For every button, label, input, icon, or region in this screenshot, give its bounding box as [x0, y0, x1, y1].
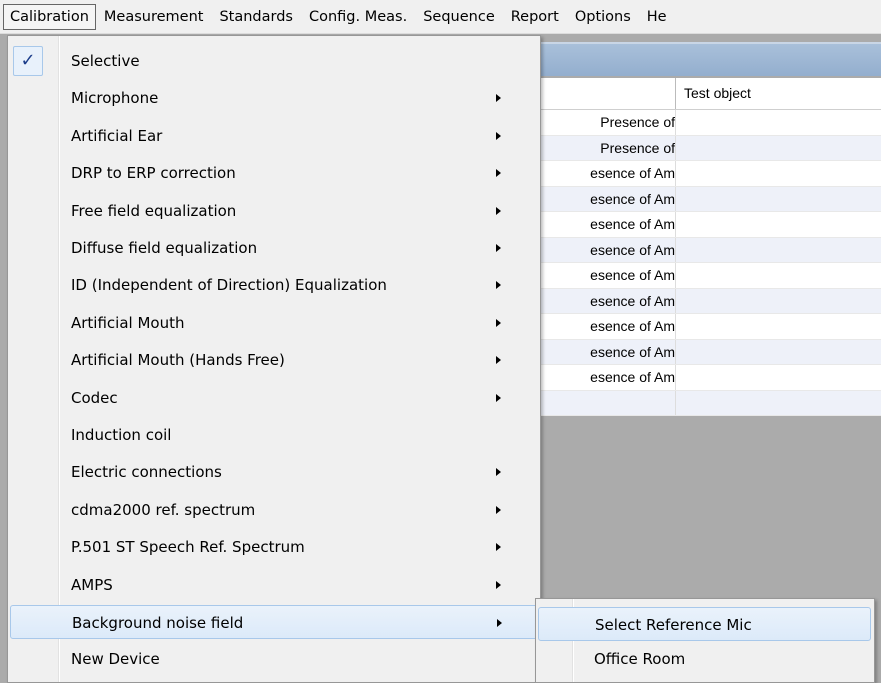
calibration-menu: ✓ Selective Microphone Artificial Ear DRP to… [7, 35, 541, 683]
submenu-arrow-icon [496, 543, 501, 552]
submenu-arrow-icon [496, 131, 501, 140]
menu-item-label: cdma2000 ref. spectrum [71, 500, 256, 519]
submenu-item-office-room[interactable]: Office Room [538, 642, 871, 676]
grid-header: Test object [540, 78, 881, 110]
table-cell-test-object[interactable] [675, 110, 881, 135]
menu-item-label: DRP to ERP correction [71, 164, 236, 183]
menu-item-label: Codec [71, 388, 118, 407]
submenu-item-label: Office Room [594, 650, 686, 668]
column-header-test-object[interactable]: Test object [675, 78, 751, 109]
menu-item-p-501-st-speech-ref-spectrum[interactable]: P.501 ST Speech Ref. Spectrum [10, 530, 538, 564]
submenu-arrow-icon [496, 468, 501, 477]
table-cell-test-object[interactable] [675, 365, 881, 390]
menu-item-free-field-equalization[interactable]: Free field equalization [10, 194, 538, 228]
table-row[interactable]: esence of Am [540, 263, 881, 289]
submenu-arrow-icon [496, 580, 501, 589]
submenu-arrow-icon [496, 206, 501, 215]
table-row[interactable]: Presence of [540, 110, 881, 136]
menu-item-label: Induction coil [71, 426, 172, 444]
menu-standards[interactable]: Standards [211, 4, 301, 30]
menu-measurement[interactable]: Measurement [96, 4, 212, 30]
menu-item-electric-connections[interactable]: Electric connections [10, 455, 538, 489]
menu-item-label: Background noise field [72, 614, 244, 632]
table-row[interactable]: esence of Am [540, 314, 881, 340]
menu-item-label: New Device [71, 650, 160, 669]
menu-item-label: P.501 ST Speech Ref. Spectrum [71, 538, 305, 557]
table-cell-test-object[interactable] [675, 237, 881, 262]
submenu-arrow-icon [496, 281, 501, 290]
menu-item-label: AMPS [71, 575, 113, 594]
table-cell-test-object[interactable] [675, 161, 881, 186]
submenu-arrow-icon [496, 393, 501, 402]
table-row[interactable]: esence of Am [540, 212, 881, 238]
menu-item-artificial-mouth[interactable]: Artificial Mouth [10, 306, 538, 340]
table-cell-test-object[interactable] [675, 186, 881, 211]
table-row[interactable]: esence of Am [540, 186, 881, 212]
menu-bar: Calibration Measurement Standards Config… [0, 0, 881, 34]
menu-item-drp-to-erp-correction[interactable]: DRP to ERP correction [10, 156, 538, 190]
table-row[interactable] [540, 390, 881, 416]
menu-item-induction-coil[interactable]: Induction coil [10, 418, 538, 452]
submenu-arrow-icon [496, 244, 501, 252]
table-cell-test-object[interactable] [675, 135, 881, 160]
menu-item-label: ID (Independent of Direction) Equalizati… [71, 276, 387, 295]
menu-item-artificial-ear[interactable]: Artificial Ear [10, 119, 538, 153]
checkmark-icon: ✓ [13, 46, 43, 76]
table-cell-test-object[interactable] [675, 314, 881, 339]
menu-options[interactable]: Options [567, 4, 639, 30]
menu-item-label: Artificial Mouth (Hands Free) [71, 351, 285, 370]
table-cell-test-object[interactable] [675, 288, 881, 313]
menu-item-microphone[interactable]: Microphone [10, 81, 538, 115]
submenu-arrow-icon [496, 318, 501, 327]
table-row[interactable]: esence of Am [540, 237, 881, 263]
menu-item-background-noise-field[interactable]: Background noise field [10, 605, 538, 639]
menu-item-diffuse-field-equalization[interactable]: Diffuse field equalization [10, 231, 538, 265]
submenu-arrow-icon [497, 619, 502, 627]
table-row[interactable]: esence of Am [540, 365, 881, 391]
menu-report[interactable]: Report [503, 4, 567, 30]
menu-item-label: Artificial Mouth [71, 313, 185, 332]
menu-item-label: Free field equalization [71, 201, 237, 220]
submenu-arrow-icon [496, 94, 501, 103]
submenu-arrow-icon [496, 505, 501, 514]
table-cell-test-object[interactable] [675, 263, 881, 288]
menu-item-new-device[interactable]: New Device [10, 642, 538, 676]
menu-item-label: Artificial Ear [71, 126, 163, 145]
table-cell-test-object[interactable] [675, 390, 881, 415]
window-titlebar [540, 42, 881, 76]
submenu-arrow-icon [496, 169, 501, 178]
submenu-item-select-reference-mic[interactable]: Select Reference Mic [538, 607, 871, 641]
menu-calibration[interactable]: Calibration [3, 3, 96, 30]
menu-item-label: Selective [71, 52, 140, 70]
menu-item-codec[interactable]: Codec [10, 381, 538, 415]
menu-item-label: Microphone [71, 89, 159, 108]
table-row[interactable]: esence of Am [540, 161, 881, 187]
menu-item-selective[interactable]: ✓ Selective [10, 44, 538, 78]
menu-item-label: Electric connections [71, 463, 222, 482]
table-cell-test-object[interactable] [675, 339, 881, 364]
table-row[interactable]: esence of Am [540, 339, 881, 365]
table-row[interactable]: Presence of [540, 135, 881, 161]
background-noise-submenu: Select Reference Mic Office Room [535, 598, 875, 683]
background-window: Test object Presence of Presence of esence… [540, 34, 881, 454]
menu-item-id-independent-of-direction-equalization[interactable]: ID (Independent of Direction) Equalizati… [10, 268, 538, 302]
menu-item-artificial-mouth-hands-free[interactable]: Artificial Mouth (Hands Free) [10, 343, 538, 377]
menu-help[interactable]: He [639, 4, 675, 30]
menu-config-meas[interactable]: Config. Meas. [301, 4, 415, 30]
menu-item-cdma2000-ref-spectrum[interactable]: cdma2000 ref. spectrum [10, 493, 538, 527]
menu-item-amps[interactable]: AMPS [10, 568, 538, 602]
submenu-arrow-icon [496, 356, 501, 365]
table-cell-test-object[interactable] [675, 212, 881, 237]
data-grid: Test object Presence of Presence of esence… [540, 78, 881, 416]
menu-item-label: Diffuse field equalization [71, 239, 258, 257]
table-row[interactable]: esence of Am [540, 288, 881, 314]
menu-sequence[interactable]: Sequence [415, 4, 503, 30]
submenu-item-label: Select Reference Mic [595, 616, 752, 634]
